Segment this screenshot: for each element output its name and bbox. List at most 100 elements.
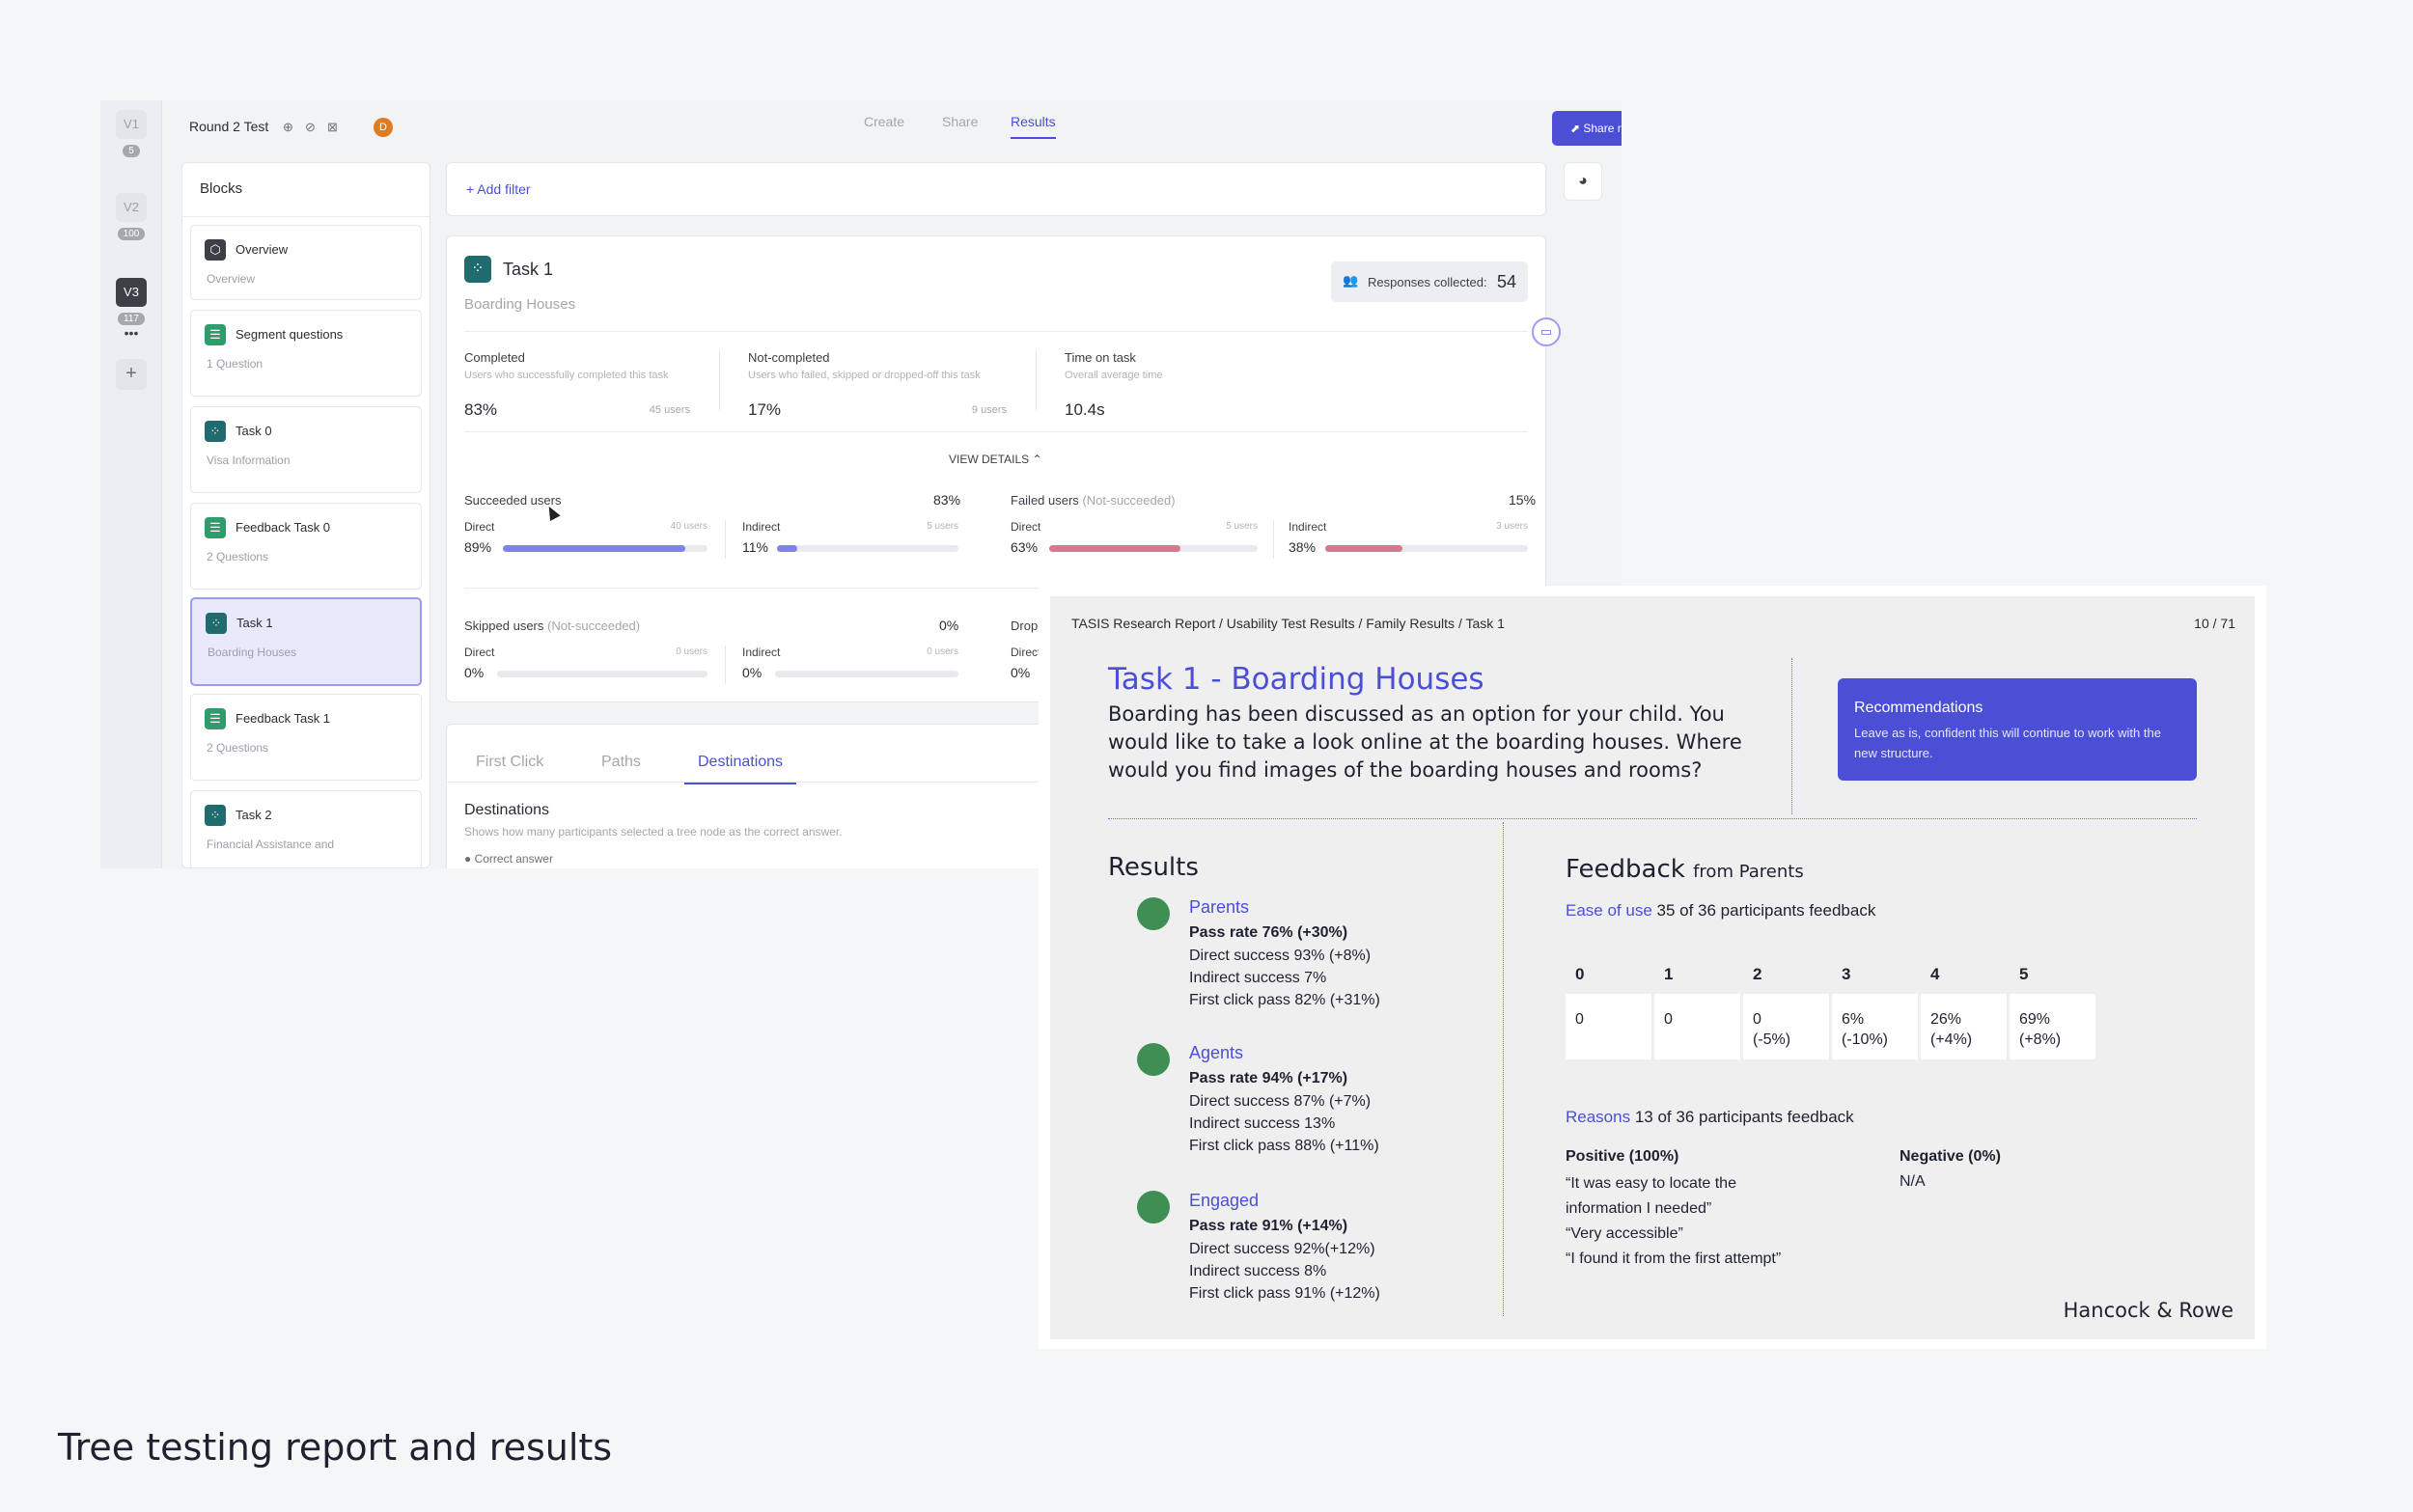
stat-value: 10.4s [1065, 400, 1105, 419]
divider [1791, 658, 1792, 814]
version-rail: V1 5 V2 100 V3 117 ••• + [100, 100, 162, 868]
indirect-users: 3 users [1496, 521, 1528, 532]
group-label-muted: (Not-succeeded) [1082, 493, 1176, 508]
ease-column: 2 0 (-5%) [1743, 953, 1829, 1059]
direct-label: Direct [1011, 646, 1041, 659]
succeeded-indirect-bar [777, 545, 958, 552]
responses-label: Responses collected: [1368, 275, 1487, 289]
dropped-label: Drop [1011, 619, 1039, 633]
segment-pass-rate: Pass rate 76% (+30%) [1189, 924, 1348, 941]
video-off-icon[interactable]: ⊘ [302, 119, 319, 135]
segment-line: First click pass 88% (+11%) [1189, 1138, 1379, 1154]
add-filter-button[interactable]: + Add filter [466, 181, 531, 197]
tab-share[interactable]: Share [942, 114, 978, 137]
destinations-description: Shows how many participants selected a t… [464, 825, 843, 838]
ease-column: 10 [1654, 953, 1740, 1059]
version-v1[interactable]: V1 5 [116, 110, 147, 158]
comment-icon[interactable]: ▭ [1532, 317, 1561, 346]
group-label-muted: (Not-succeeded) [547, 619, 641, 633]
block-task-2[interactable]: ⁘ Task 2 Financial Assistance and [190, 790, 422, 867]
tab-results[interactable]: Results [1011, 114, 1056, 139]
indirect-pct: 11% [742, 539, 768, 555]
divider [725, 646, 726, 684]
slide-title: Task 1 - Boarding Houses [1108, 662, 1484, 697]
stat-users: 45 users [649, 404, 690, 416]
positive-quote: “Very accessible” [1566, 1225, 1683, 1242]
ease-header: 3 [1842, 965, 1851, 983]
block-task-1[interactable]: ⁘ Task 1 Boarding Houses [190, 597, 422, 686]
bar-fill [1049, 545, 1181, 552]
view-details-toggle[interactable]: VIEW DETAILS ⌃ [949, 453, 1042, 466]
avatar[interactable]: D [374, 118, 393, 137]
screen-off-icon[interactable]: ⊠ [324, 119, 341, 135]
ease-cell: 0 [1566, 994, 1651, 1059]
segment-dot [1137, 1043, 1170, 1076]
divider [1273, 520, 1274, 559]
block-feedback-task-1[interactable]: ☰ Feedback Task 1 2 Questions [190, 694, 422, 781]
segment-line: Indirect success 13% [1189, 1115, 1336, 1132]
stat-time-on-task: Time on task Overall average time 10.4s [1065, 350, 1258, 419]
version-label[interactable]: V2 [116, 193, 147, 222]
ease-cell: 69% (+8%) [2010, 994, 2095, 1059]
divider [464, 431, 1528, 432]
ease-cell: 26% (+4%) [1921, 994, 2007, 1059]
ease-header: 1 [1664, 965, 1674, 983]
correct-answer-legend: ● Correct answer [464, 852, 553, 866]
list-icon: ☰ [205, 708, 226, 729]
tab-create[interactable]: Create [864, 114, 904, 137]
tab-destinations[interactable]: Destinations [684, 754, 797, 784]
segment-dot [1137, 897, 1170, 930]
responses-badge: 👥 Responses collected: 54 [1331, 261, 1528, 302]
stat-value: 83% [464, 400, 498, 419]
chart-icon[interactable]: ◕ [1564, 162, 1602, 201]
stat-desc: Users who failed, skipped or dropped-off… [748, 370, 981, 381]
version-label[interactable]: V1 [116, 110, 147, 139]
version-count: 100 [117, 228, 146, 240]
task-title: Task 1 [503, 260, 554, 279]
skipped-indirect-bar [775, 671, 958, 677]
positive-heading: Positive (100%) [1566, 1148, 1679, 1165]
share-results-button[interactable]: ⬈ Share results [1552, 111, 1622, 146]
blocks-title: Blocks [200, 180, 243, 197]
version-count: 5 [123, 145, 140, 157]
direct-pct: 89% [464, 539, 492, 555]
divider [725, 520, 726, 559]
bar-fill [503, 545, 685, 552]
segment-line: Direct success 87% (+7%) [1189, 1093, 1372, 1110]
direct-users: 5 users [1226, 521, 1258, 532]
stat-value: 17% [748, 400, 782, 419]
block-task-0[interactable]: ⁘ Task 0 Visa Information [190, 406, 422, 493]
add-version-button[interactable]: + [116, 359, 147, 390]
responses-value: 54 [1497, 272, 1517, 291]
segment-pass-rate: Pass rate 91% (+14%) [1189, 1218, 1348, 1234]
more-icon[interactable]: ••• [116, 326, 147, 340]
task-question: Boarding has been discussed as an option… [1108, 702, 1742, 782]
block-feedback-task-0[interactable]: ☰ Feedback Task 0 2 Questions [190, 503, 422, 590]
failed-indirect-bar [1325, 545, 1528, 552]
version-v3[interactable]: V3 117 ••• [116, 278, 147, 340]
language-flag-icon[interactable]: ⊕ [280, 119, 296, 135]
version-v2[interactable]: V2 100 [116, 193, 147, 241]
succeeded-pct: 83% [933, 492, 961, 508]
indirect-pct: 0% [742, 665, 763, 680]
block-subtitle: 2 Questions [207, 741, 269, 755]
tab-paths[interactable]: Paths [601, 754, 641, 783]
indirect-users: 0 users [927, 646, 958, 657]
direct-pct: 63% [1011, 539, 1039, 555]
skipped-direct-bar [497, 671, 707, 677]
version-label[interactable]: V3 [116, 278, 147, 307]
direct-users: 40 users [670, 521, 707, 532]
report-slide: TASIS Research Report / Usability Test R… [1050, 596, 2255, 1339]
block-overview[interactable]: ⬡ Overview Overview [190, 225, 422, 300]
direct-users: 0 users [676, 646, 707, 657]
block-segment-questions[interactable]: ☰ Segment questions 1 Question [190, 310, 422, 397]
overview-icon: ⬡ [205, 239, 226, 261]
ease-of-use-summary: Ease of use 35 of 36 participants feedba… [1566, 901, 1875, 921]
segment-line: First click pass 82% (+31%) [1189, 992, 1380, 1008]
divider [719, 350, 720, 410]
segment-line: First click pass 91% (+12%) [1189, 1285, 1380, 1302]
ease-column: 5 69% (+8%) [2010, 953, 2095, 1059]
tab-first-click[interactable]: First Click [476, 754, 543, 783]
ease-count: 35 of 36 participants feedback [1656, 901, 1876, 920]
block-subtitle: Overview [207, 272, 256, 286]
